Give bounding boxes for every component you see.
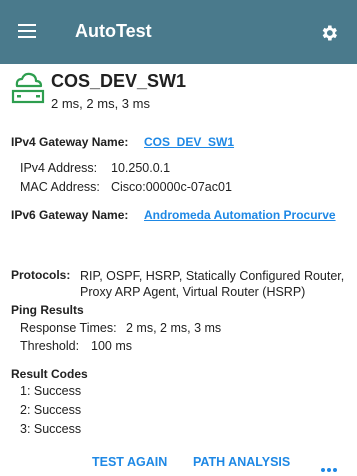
result-codes-heading: Result Codes — [11, 367, 88, 381]
result-code-item: 3: Success — [20, 422, 82, 436]
ipv6-gateway-link[interactable]: Andromeda Automation Procurve — [144, 208, 336, 222]
ipv4-gateway-label: IPv4 Gateway Name: — [11, 135, 129, 149]
device-response-times: 2 ms, 2 ms, 3 ms — [51, 96, 150, 111]
test-again-button[interactable]: TEST AGAIN — [92, 455, 167, 469]
threshold-label: Threshold: — [20, 339, 80, 353]
threshold-value: 100 ms — [91, 339, 132, 353]
mac-address-label: MAC Address: — [20, 180, 100, 194]
device-name: COS_DEV_SW1 — [51, 71, 187, 91]
ipv4-gateway-link[interactable]: COS_DEV_SW1 — [144, 135, 234, 149]
ipv4-address-value: 10.250.0.1 — [111, 161, 171, 175]
ipv4-address-label: IPv4 Address: — [20, 161, 98, 175]
more-options-icon[interactable] — [321, 459, 339, 472]
gear-icon[interactable] — [319, 23, 339, 43]
response-times-value: 2 ms, 2 ms, 3 ms — [126, 321, 222, 335]
result-code-item: 2: Success — [20, 403, 82, 417]
hamburger-menu-icon[interactable] — [18, 24, 36, 38]
protocols-value: RIP, OSPF, HSRP, Statically Configured R… — [80, 269, 345, 299]
path-analysis-button[interactable]: PATH ANALYSIS — [193, 455, 290, 469]
app-bar: AutoTest — [0, 0, 357, 64]
result-code-item: 1: Success — [20, 384, 82, 398]
response-times-label: Response Times: — [20, 321, 117, 335]
protocols-label: Protocols: — [11, 268, 71, 282]
ping-results-heading: Ping Results — [11, 303, 84, 317]
app-title: AutoTest — [75, 21, 152, 41]
mac-address-value: Cisco:00000c-07ac01 — [111, 180, 232, 194]
cloud-switch-icon — [11, 72, 45, 104]
ipv6-gateway-label: IPv6 Gateway Name: — [11, 208, 129, 222]
